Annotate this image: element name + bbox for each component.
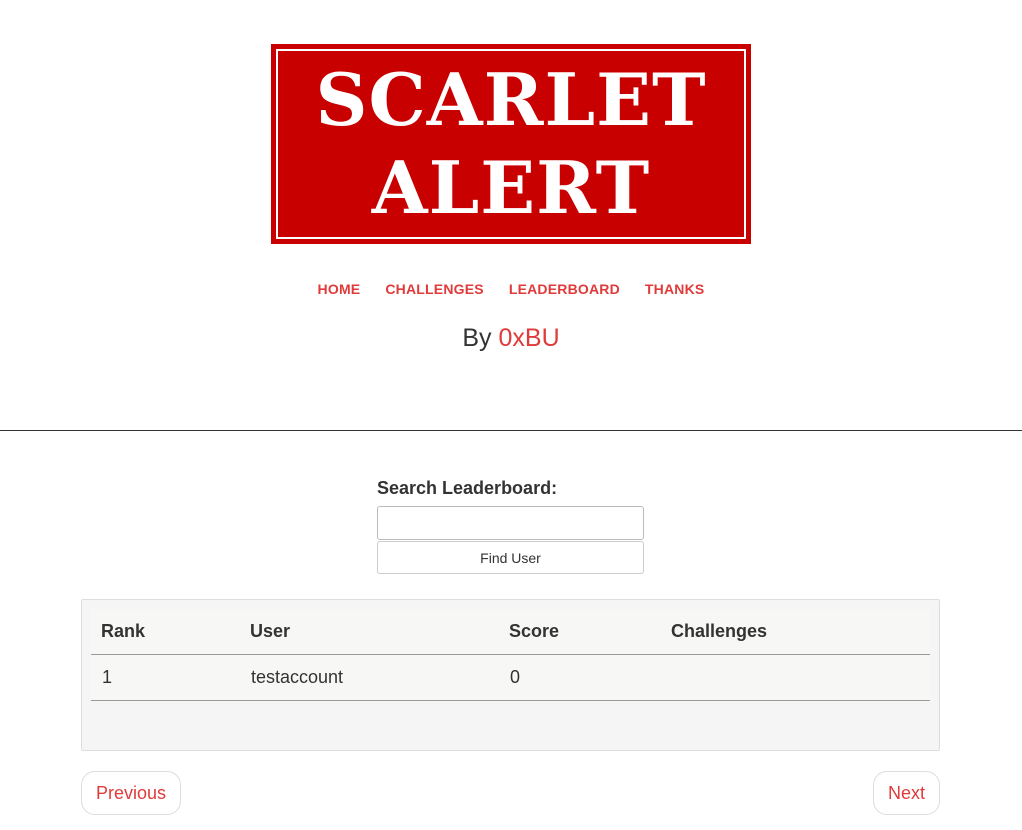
- logo-frame: SCARLET ALERT: [276, 49, 746, 239]
- column-header-score: Score: [499, 609, 661, 655]
- table-row: 1 testaccount 0: [91, 654, 930, 701]
- find-user-button[interactable]: Find User: [377, 541, 644, 574]
- search-label: Search Leaderboard:: [377, 478, 558, 498]
- main-nav: HOME CHALLENGES LEADERBOARD THANKS: [0, 280, 1022, 298]
- nav-home-link[interactable]: HOME: [318, 280, 361, 298]
- logo-line-1: SCARLET: [315, 57, 707, 142]
- nav-challenges-link[interactable]: CHALLENGES: [385, 280, 483, 298]
- cell-challenges: [661, 654, 930, 701]
- byline-author: 0xBU: [498, 324, 560, 352]
- byline: By 0xBU: [0, 322, 1022, 354]
- leaderboard-panel: Rank User Score Challenges 1 testaccount…: [81, 599, 940, 751]
- column-header-challenges: Challenges: [661, 609, 930, 655]
- byline-prefix: By: [462, 324, 492, 352]
- column-header-rank: Rank: [91, 609, 240, 655]
- cell-score: 0: [499, 654, 661, 701]
- column-header-user: User: [240, 609, 499, 655]
- nav-leaderboard-link[interactable]: LEADERBOARD: [509, 280, 620, 298]
- next-page-button[interactable]: Next: [873, 771, 940, 815]
- table-header-row: Rank User Score Challenges: [91, 609, 930, 655]
- previous-page-button[interactable]: Previous: [81, 771, 181, 815]
- nav-thanks-link[interactable]: THANKS: [645, 280, 705, 298]
- leaderboard-table: Rank User Score Challenges 1 testaccount…: [91, 609, 930, 701]
- header-divider: [0, 430, 1022, 431]
- cell-user: testaccount: [240, 654, 499, 701]
- cell-rank: 1: [91, 654, 240, 701]
- site-logo: SCARLET ALERT: [271, 44, 751, 244]
- logo-line-2: ALERT: [371, 145, 651, 230]
- search-input[interactable]: [377, 506, 644, 540]
